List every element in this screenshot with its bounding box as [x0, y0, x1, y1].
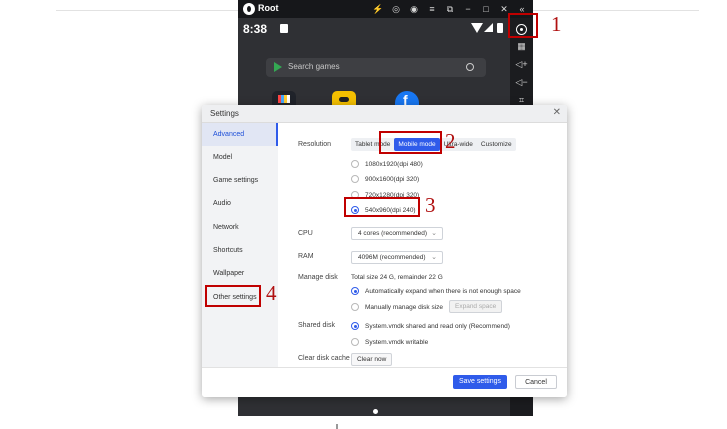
gamepad-icon[interactable]: ◎: [387, 2, 405, 16]
emulator-titlebar: Root ⚡ ◎ ◉ ≡ ⧉ − □ ✕ «: [238, 0, 533, 18]
volume-up-icon[interactable]: ◁+: [515, 59, 528, 69]
search-icon[interactable]: [466, 63, 474, 71]
cpu-label: CPU: [298, 230, 313, 237]
shared-disk-label: Shared disk: [298, 322, 335, 329]
radio-button-selected[interactable]: [351, 287, 359, 295]
play-store-icon: [274, 62, 282, 72]
notification-icon: [280, 24, 288, 33]
clear-now-button[interactable]: Clear now: [351, 353, 393, 366]
ram-select-value: 4096M (recommended): [358, 254, 426, 261]
shared-disk-option-label: System.vmdk shared and read only (Recomm…: [365, 322, 510, 330]
annotation-box-1: [508, 13, 538, 38]
nav-advanced[interactable]: Advanced: [202, 123, 278, 146]
ram-label: RAM: [298, 253, 314, 260]
signal-icon: [484, 23, 493, 32]
annotation-number-1: 1: [551, 12, 562, 36]
annotation-box-2: [379, 131, 442, 154]
annotation-number-3: 3: [425, 193, 436, 217]
resolution-label: Resolution: [298, 141, 332, 148]
dialog-close-icon[interactable]: ✕: [553, 107, 561, 118]
resolution-option-label: 900x1600(dpi 320): [365, 175, 420, 183]
nav-network[interactable]: Network: [202, 216, 278, 239]
page: Root ⚡ ◎ ◉ ≡ ⧉ − □ ✕ « 8:38 Search games…: [0, 0, 727, 429]
radio-button[interactable]: [351, 303, 359, 311]
dialog-header: Settings ✕: [202, 105, 567, 123]
divider: [336, 424, 338, 429]
disk-option-selected[interactable]: Automatically expand when there is not e…: [351, 286, 521, 296]
maximize-icon[interactable]: □: [477, 2, 495, 16]
lightning-icon[interactable]: ⚡: [369, 2, 387, 16]
dialog-title: Settings: [210, 109, 239, 118]
annotation-number-4: 4: [266, 281, 277, 305]
settings-nav: Advanced Model Game settings Audio Netwo…: [202, 123, 278, 367]
disk-size-summary: Total size 24 G, remainder 22 G: [351, 274, 443, 281]
radio-button[interactable]: [351, 160, 359, 168]
app-logo-icon: [243, 3, 255, 15]
status-time: 8:38: [243, 22, 268, 36]
search-games-bar[interactable]: Search games: [266, 58, 486, 77]
disk-option-label: Manually manage disk size: [365, 303, 444, 311]
minimize-window-icon[interactable]: ⧉: [441, 2, 459, 16]
disk-option-label: Automatically expand when there is not e…: [365, 287, 521, 295]
radio-button[interactable]: [351, 338, 359, 346]
shared-disk-option-label: System.vmdk writable: [365, 338, 429, 346]
minimize-icon[interactable]: −: [459, 2, 477, 16]
nav-audio[interactable]: Audio: [202, 192, 278, 215]
save-settings-button[interactable]: Save settings: [453, 375, 507, 389]
disk-option[interactable]: Manually manage disk size: [351, 302, 443, 312]
ram-select[interactable]: 4096M (recommended) ⌄: [351, 251, 443, 264]
account-icon[interactable]: ◉: [405, 2, 423, 16]
resolution-option[interactable]: 900x1600(dpi 320): [351, 174, 419, 184]
page-indicator: [373, 409, 378, 414]
wifi-icon: [471, 23, 483, 33]
screenshot-icon[interactable]: ⌗: [515, 95, 528, 105]
resolution-option[interactable]: 1080x1920(dpi 480): [351, 159, 423, 169]
android-status-bar: 8:38: [243, 21, 505, 37]
keyboard-icon[interactable]: ▦: [515, 41, 528, 51]
annotation-box-3: [344, 197, 420, 217]
shared-disk-option[interactable]: System.vmdk writable: [351, 337, 428, 347]
cancel-button[interactable]: Cancel: [515, 375, 557, 389]
annotation-number-2: 2: [445, 129, 456, 153]
dialog-footer: Save settings Cancel: [202, 367, 567, 397]
radio-button-selected[interactable]: [351, 322, 359, 330]
cpu-select[interactable]: 4 cores (recommended) ⌄: [351, 227, 443, 240]
expand-space-button[interactable]: Expand space: [449, 300, 503, 313]
resolution-option-label: 1080x1920(dpi 480): [365, 160, 423, 168]
chevron-down-icon: ⌄: [431, 254, 437, 261]
chevron-down-icon: ⌄: [431, 230, 437, 237]
battery-icon: [497, 23, 503, 33]
nav-shortcuts[interactable]: Shortcuts: [202, 239, 278, 262]
cpu-select-value: 4 cores (recommended): [358, 230, 427, 237]
radio-button[interactable]: [351, 175, 359, 183]
nav-game-settings[interactable]: Game settings: [202, 169, 278, 192]
tab-customize[interactable]: Customize: [477, 138, 516, 151]
titlebar-controls: ⚡ ◎ ◉ ≡ ⧉ − □ ✕ «: [369, 2, 531, 16]
annotation-box-4: [205, 285, 261, 307]
clear-cache-label: Clear disk cache: [298, 355, 350, 362]
nav-model[interactable]: Model: [202, 146, 278, 169]
volume-down-icon[interactable]: ◁−: [515, 77, 528, 87]
emulator-title: Root: [258, 3, 279, 13]
shared-disk-option-selected[interactable]: System.vmdk shared and read only (Recomm…: [351, 321, 510, 331]
manage-disk-label: Manage disk: [298, 274, 338, 281]
search-placeholder: Search games: [288, 62, 340, 71]
settings-content: Resolution Tablet mode Mobile mode Ultra…: [278, 123, 567, 367]
menu-icon[interactable]: ≡: [423, 2, 441, 16]
